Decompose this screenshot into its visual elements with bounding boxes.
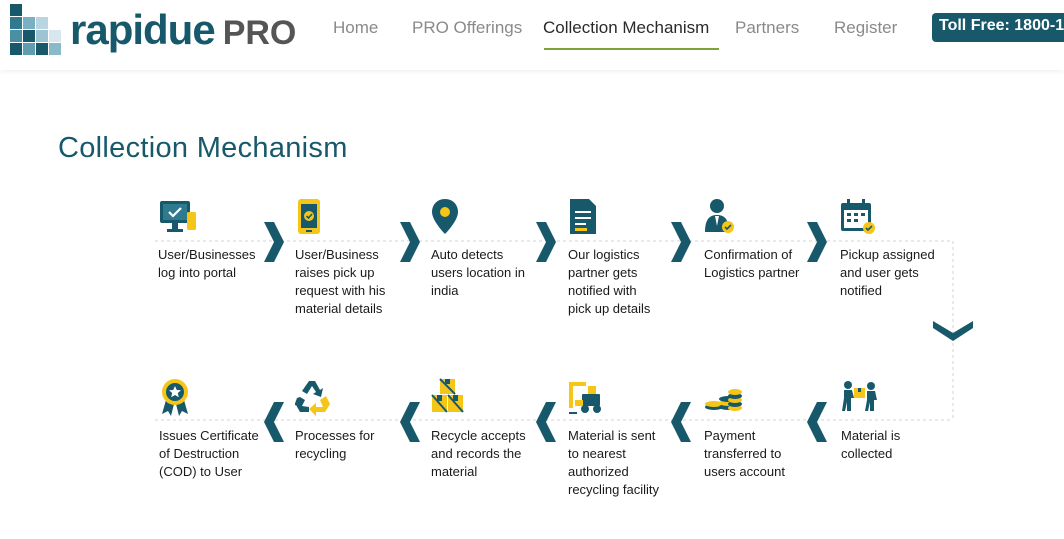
document-icon — [570, 199, 596, 234]
chevron-left-icon — [536, 402, 556, 442]
chevron-left-icon — [671, 402, 691, 442]
step-label: Auto detects users location in india — [431, 247, 525, 298]
nav-home[interactable]: Home — [333, 18, 378, 38]
forklift-icon — [569, 382, 601, 414]
nav-pro-offerings[interactable]: PRO Offerings — [412, 18, 522, 38]
boxes-icon — [431, 378, 464, 413]
nav-collection-mechanism[interactable]: Collection Mechanism — [543, 18, 709, 38]
chevron-right-icon — [807, 222, 827, 262]
person-check-icon — [705, 199, 734, 233]
step-label: Recycle accepts and records the material — [431, 428, 526, 479]
nav-partners[interactable]: Partners — [735, 18, 799, 38]
nav-register[interactable]: Register — [834, 18, 897, 38]
phone-icon — [298, 199, 320, 234]
location-pin-icon — [432, 199, 458, 234]
active-nav-underline — [544, 48, 719, 50]
site-header: rapidue PRO Home PRO Offerings Collection… — [0, 0, 1064, 70]
step-label: User/Business raises pick up request with … — [295, 247, 386, 316]
chevron-left-icon — [264, 402, 284, 442]
toll-free-button[interactable]: Toll Free: 1800-12 — [932, 13, 1064, 42]
chevron-left-icon — [807, 402, 827, 442]
step-label: Material is sent to nearest authorized recy… — [568, 428, 660, 497]
logo-mark-icon — [10, 4, 61, 55]
step-label: Pickup assigned and user gets notified — [840, 247, 935, 298]
step-label: User/Businesses log into portal — [158, 247, 256, 280]
chevron-right-icon — [400, 222, 420, 262]
logo-wordmark: rapidue PRO — [70, 6, 297, 53]
step-label: Material is collected — [841, 428, 901, 461]
logo[interactable]: rapidue PRO — [10, 4, 300, 56]
page-title: Collection Mechanism — [58, 132, 348, 164]
chevron-left-icon — [400, 402, 420, 442]
chevron-right-icon — [536, 222, 556, 262]
step-label: Confirmation of Logistics partner — [704, 247, 800, 280]
certificate-badge-icon — [162, 379, 188, 416]
recycle-icon — [295, 381, 330, 416]
people-handover-icon — [842, 381, 877, 411]
coins-icon — [705, 389, 742, 411]
chevron-down-icon — [933, 321, 973, 341]
step-label: Issues Certificate of Destruction (COD) to… — [159, 428, 259, 479]
step-label: Payment transferred to users account — [704, 428, 785, 479]
calendar-icon — [841, 199, 875, 234]
step-label: Processes for recycling — [295, 428, 375, 461]
monitor-icon — [160, 201, 196, 232]
chevron-right-icon — [264, 222, 284, 262]
chevron-right-icon — [671, 222, 691, 262]
step-label: Our logistics partner gets notified with pi… — [568, 247, 651, 316]
